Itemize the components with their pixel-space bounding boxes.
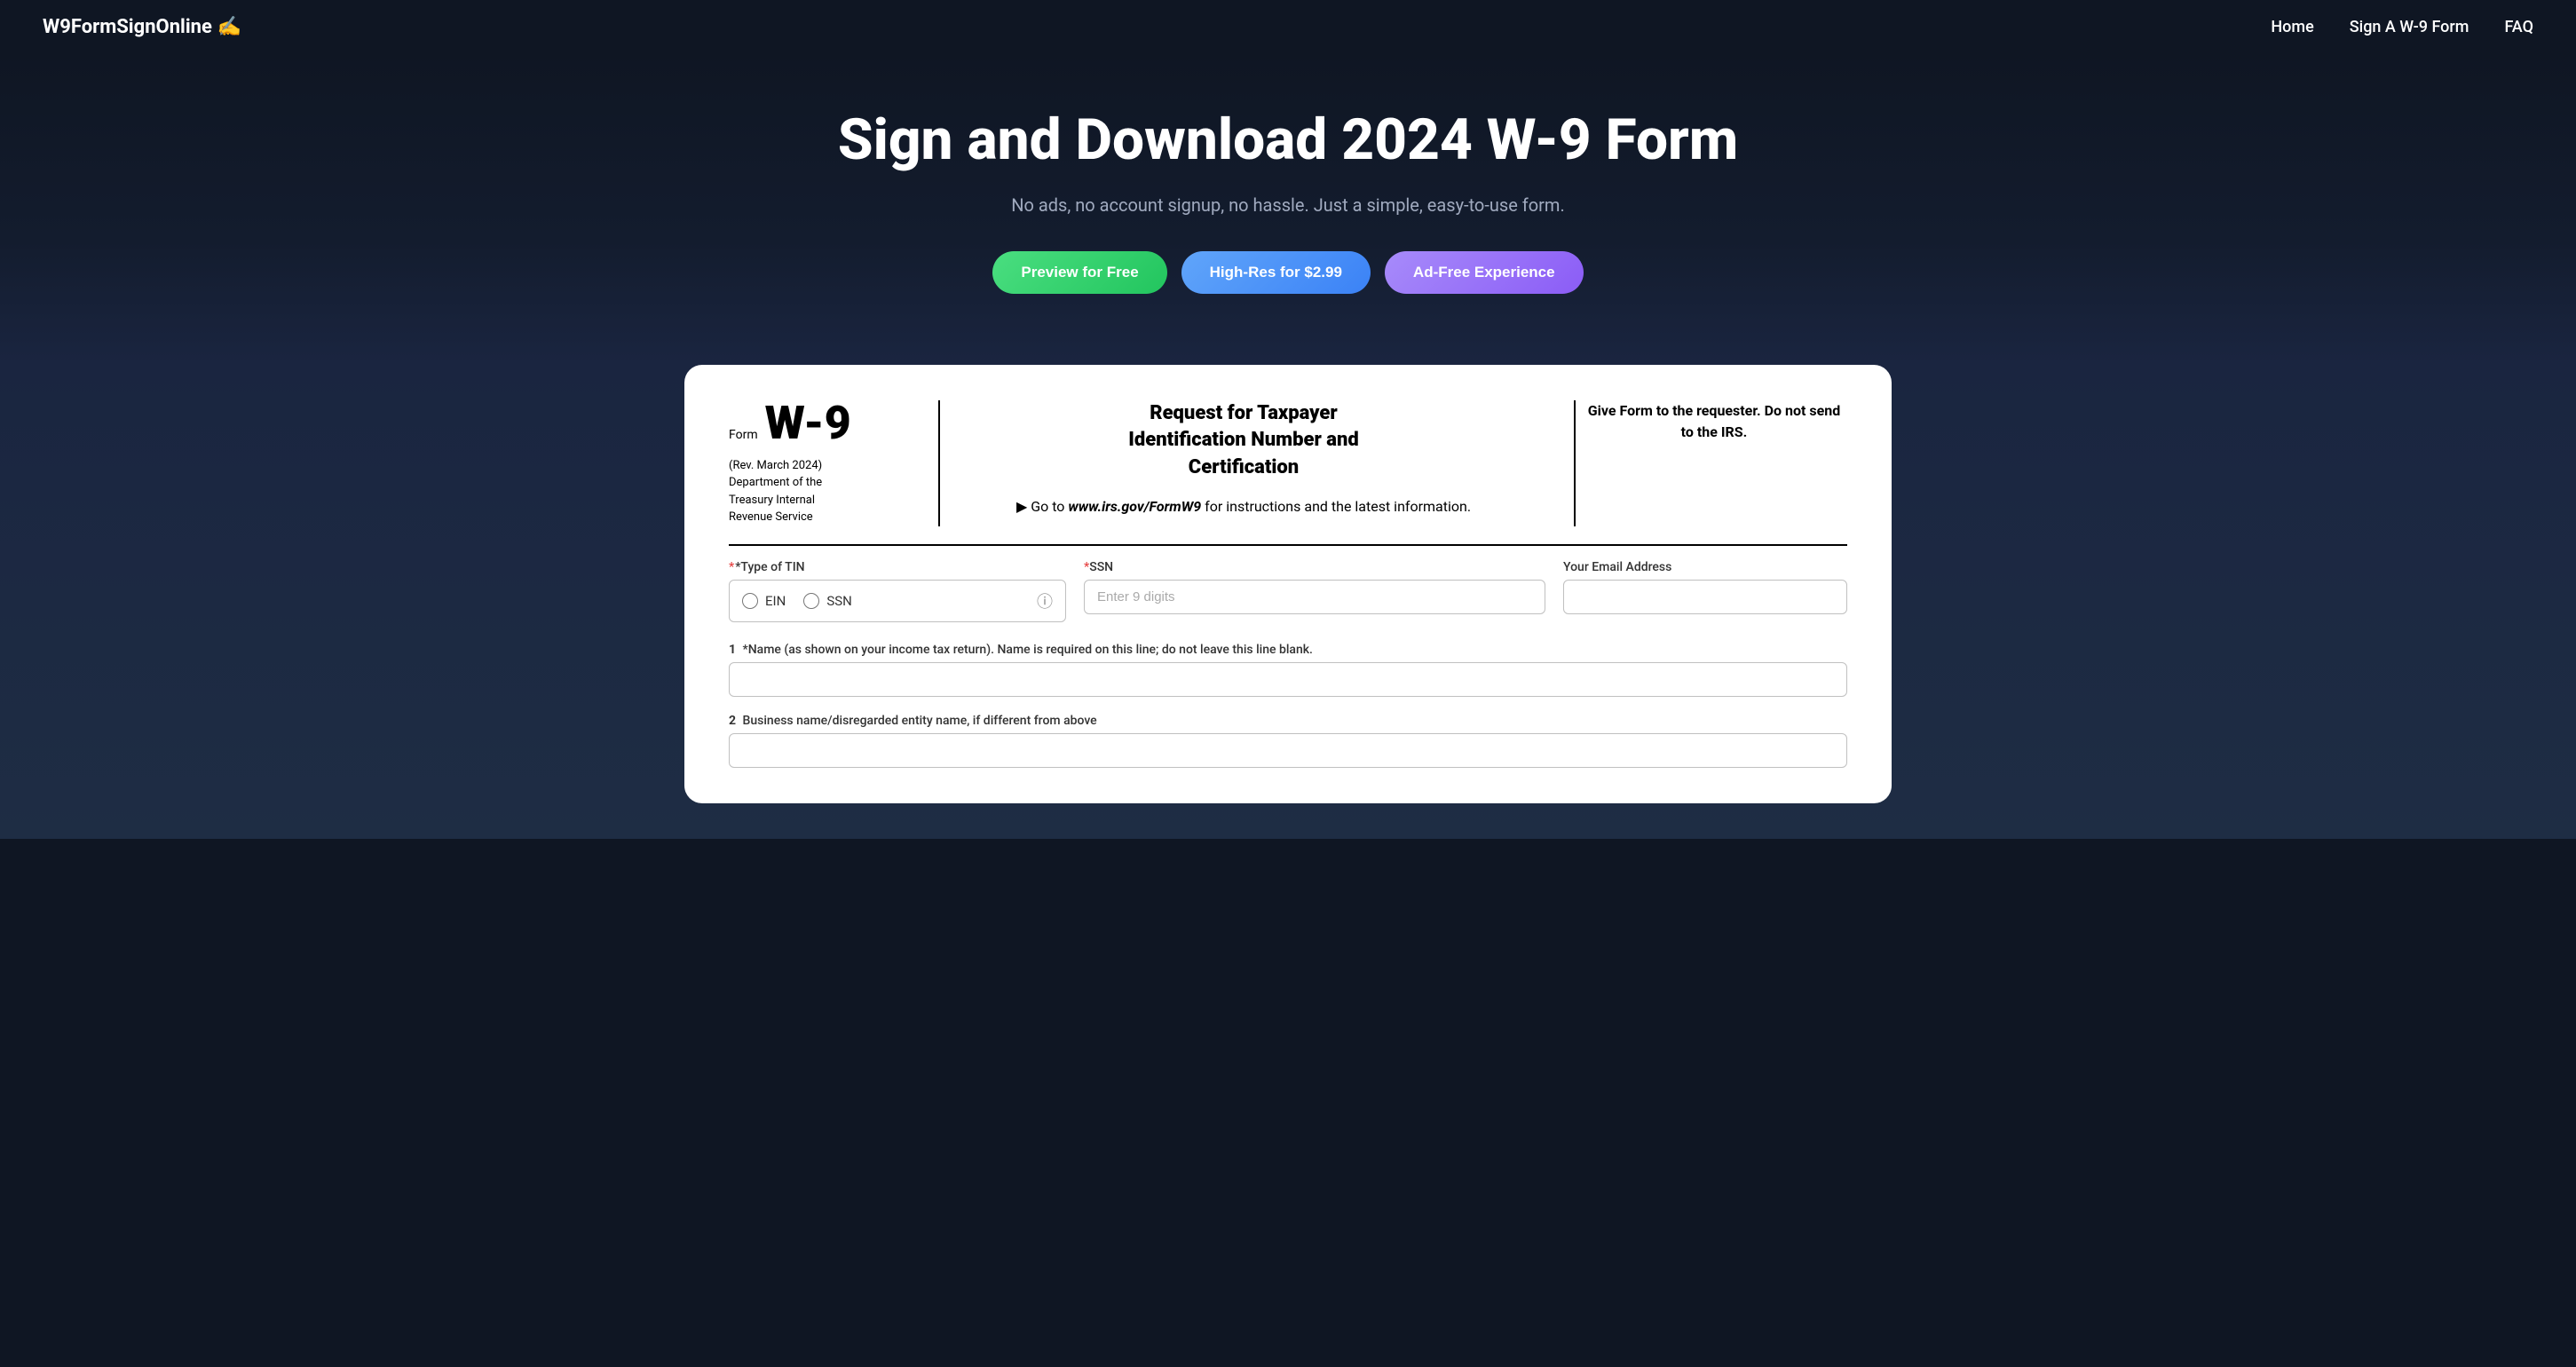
adfree-button[interactable]: Ad-Free Experience <box>1385 251 1584 294</box>
form-header: Form W-9 (Rev. March 2024) Department of… <box>729 400 1847 526</box>
form-label: Form <box>729 428 758 442</box>
preview-free-button[interactable]: Preview for Free <box>992 251 1166 294</box>
form-revision: (Rev. March 2024) Department of the Trea… <box>729 457 906 526</box>
name-field-label: 1 *Name (as shown on your income tax ret… <box>729 643 1313 657</box>
hero-title: Sign and Download 2024 W-9 Form <box>18 107 2558 173</box>
ein-label: EIN <box>765 593 786 609</box>
form-title: Request for Taxpayer Identification Numb… <box>945 400 1542 482</box>
tin-label: **Type of TIN <box>729 560 1066 574</box>
hero-buttons: Preview for Free High-Res for $2.99 Ad-F… <box>18 251 2558 294</box>
form-fields: **Type of TIN EIN SSN ⓘ <box>729 544 1847 768</box>
ssn-field-group: *SSN <box>1084 560 1545 622</box>
ssn-label: *SSN <box>1084 560 1545 574</box>
nav-faq[interactable]: FAQ <box>2504 18 2533 36</box>
business-field-number: 2 <box>729 714 736 728</box>
top-fields-row: **Type of TIN EIN SSN ⓘ <box>729 560 1847 622</box>
form-center-info: Request for Taxpayer Identification Numb… <box>928 400 1560 518</box>
logo-text: W9FormSignOnline <box>43 16 212 38</box>
email-input[interactable] <box>1563 580 1847 614</box>
site-logo[interactable]: W9FormSignOnline ✍️ <box>43 16 241 38</box>
ssn-radio[interactable] <box>803 593 819 609</box>
ein-radio[interactable] <box>742 593 758 609</box>
business-field-label: 2 Business name/disregarded entity name,… <box>729 714 1097 728</box>
name-field-row: 1 *Name (as shown on your income tax ret… <box>729 640 1847 697</box>
form-left-info: Form W-9 (Rev. March 2024) Department of… <box>729 400 924 526</box>
nav-home[interactable]: Home <box>2271 18 2313 36</box>
form-instruction: ▶ Go to www.irs.gov/FormW9 for instructi… <box>945 496 1542 518</box>
name-input[interactable] <box>729 662 1847 697</box>
tin-required-star: * <box>729 560 734 574</box>
nav-links: Home Sign A W-9 Form FAQ <box>2271 18 2533 36</box>
form-card: Form W-9 (Rev. March 2024) Department of… <box>684 365 1892 803</box>
name-field-number: 1 <box>729 643 736 657</box>
tin-type-group: **Type of TIN EIN SSN ⓘ <box>729 560 1066 622</box>
form-number: W-9 <box>765 400 851 446</box>
logo-icon: ✍️ <box>217 16 241 38</box>
ssn-radio-label: SSN <box>826 593 852 609</box>
form-right-info: Give Form to the requester. Do not send … <box>1563 400 1847 443</box>
navbar: W9FormSignOnline ✍️ Home Sign A W-9 Form… <box>0 0 2576 54</box>
nav-sign-w9[interactable]: Sign A W-9 Form <box>2350 18 2469 36</box>
hero-subtitle: No ads, no account signup, no hassle. Ju… <box>18 194 2558 216</box>
email-label: Your Email Address <box>1563 560 1847 574</box>
business-input[interactable] <box>729 733 1847 768</box>
hero-section: Sign and Download 2024 W-9 Form No ads, … <box>0 54 2576 365</box>
give-form-text: Give Form to the requester. Do not send … <box>1581 400 1847 443</box>
ssn-input[interactable] <box>1084 580 1545 614</box>
ein-option[interactable]: EIN <box>742 593 786 609</box>
highres-button[interactable]: High-Res for $2.99 <box>1181 251 1371 294</box>
ssn-option[interactable]: SSN <box>803 593 852 609</box>
email-field-group: Your Email Address <box>1563 560 1847 622</box>
business-field-row: 2 Business name/disregarded entity name,… <box>729 711 1847 768</box>
tin-info-icon[interactable]: ⓘ <box>1037 589 1053 612</box>
tin-type-selector[interactable]: EIN SSN ⓘ <box>729 580 1066 622</box>
